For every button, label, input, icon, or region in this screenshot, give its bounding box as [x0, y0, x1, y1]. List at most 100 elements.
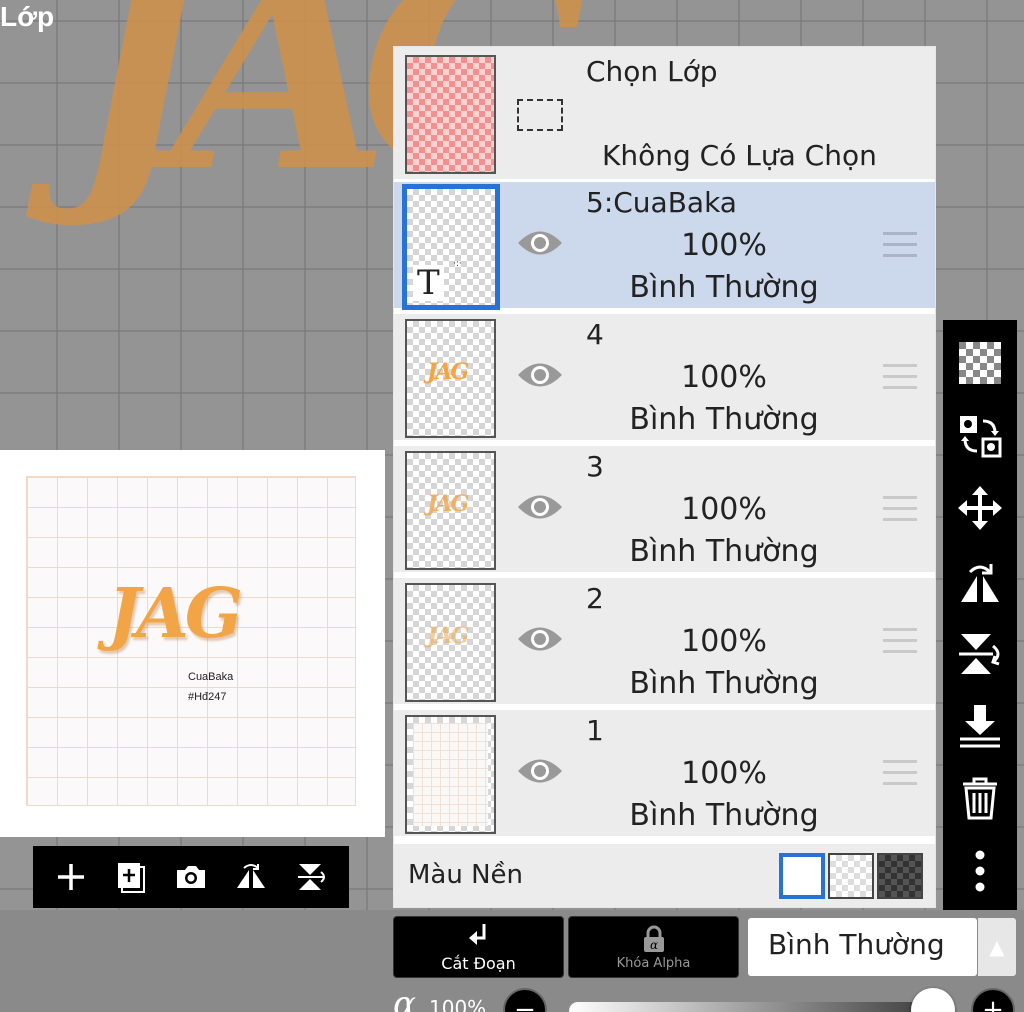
layer-name: 2 [586, 582, 604, 615]
layer-thumbnail: JAG [405, 583, 496, 702]
selection-title: Chọn Lớp [586, 55, 718, 88]
layer-thumbnail-logo: JAG [427, 623, 469, 649]
layer-blend-mode: Bình Thường [629, 402, 819, 437]
layer-opacity: 100% [681, 756, 767, 791]
flip-vertical-icon [959, 634, 1000, 675]
drag-handle-icon[interactable] [883, 760, 917, 788]
background-dark-checker-swatch[interactable] [877, 853, 923, 899]
svg-text:α: α [649, 938, 657, 952]
layer-opacity: 100% [681, 624, 767, 659]
more-vertical-icon [975, 850, 985, 892]
opacity-increase-button[interactable]: + [971, 988, 1015, 1012]
text-layer-icon: T [413, 265, 444, 301]
background-color-row: Màu Nền [394, 841, 935, 907]
flip-vertical-icon [298, 864, 325, 890]
preview-logo: JAG [108, 574, 243, 654]
lock-icon: α [643, 925, 664, 952]
layer-name: 4 [586, 318, 604, 351]
eye-icon[interactable] [516, 490, 564, 524]
eye-icon[interactable] [516, 358, 564, 392]
layer-thumbnail: JAG [405, 451, 496, 570]
more-options-button[interactable] [950, 838, 1010, 905]
triangle-up-icon: ▲ [989, 935, 1005, 959]
alpha-lock-button[interactable]: α Khóa Alpha [568, 916, 739, 978]
layer-blend-mode: Bình Thường [629, 534, 819, 569]
checkerboard-icon [959, 342, 1001, 385]
layer-tools-toolbar [943, 320, 1017, 910]
layer-row-3[interactable]: JAG 3 100% Bình Thường [394, 443, 935, 572]
layer-opacity: 100% [681, 360, 767, 395]
camera-import-button[interactable] [167, 853, 215, 901]
drag-handle-icon[interactable] [883, 364, 917, 392]
layer-row-4[interactable]: JAG 4 100% Bình Thường [394, 311, 935, 440]
swap-layer-button[interactable] [950, 403, 1010, 470]
flip-horizontal-button[interactable] [227, 853, 275, 901]
blend-mode-dropdown-button[interactable]: ▲ [978, 918, 1016, 976]
merge-down-button[interactable] [950, 693, 1010, 760]
layer-thumbnail: ·:· T [402, 184, 500, 310]
blend-mode-select[interactable]: Bình Thường [748, 918, 977, 976]
clipping-label: Cắt Đoạn [441, 953, 516, 973]
layer-opacity: 100% [681, 228, 767, 263]
layer-blend-mode: Bình Thường [629, 666, 819, 701]
flip-horizontal-icon [961, 563, 999, 602]
clip-arrow-icon [468, 923, 485, 945]
layer-blend-mode: Bình Thường [629, 798, 819, 833]
add-layer-button[interactable] [47, 853, 95, 901]
alpha-lock-label: Khóa Alpha [616, 955, 691, 971]
screen-title: Lớp [0, 1, 55, 32]
selection-layer-row[interactable]: Chọn Lớp Không Có Lựa Chọn [394, 47, 935, 179]
swap-icon [960, 415, 1002, 458]
opacity-slider[interactable] [569, 1002, 951, 1012]
opacity-decrease-button[interactable]: − [503, 988, 547, 1012]
eye-icon[interactable] [516, 226, 564, 260]
eye-icon[interactable] [516, 754, 564, 788]
clipping-button[interactable]: Cắt Đoạn [393, 916, 564, 978]
plus-icon: + [982, 995, 1004, 1012]
layer-thumbnail-grid [413, 723, 488, 826]
layer-name: 3 [586, 450, 604, 483]
transparency-button[interactable] [950, 330, 1010, 397]
flip-vertical-tool-button[interactable] [950, 620, 1010, 687]
opacity-value: 100% [429, 996, 487, 1012]
eye-icon[interactable] [516, 622, 564, 656]
merge-down-icon [960, 704, 1000, 748]
preview-name-text: CuaBaka [188, 671, 234, 683]
layer-blend-mode: Bình Thường [629, 270, 819, 305]
selection-thumbnail [405, 55, 496, 174]
layer-thumbnail: JAG [405, 319, 496, 438]
flip-vertical-button[interactable] [287, 853, 335, 901]
background-color-label: Màu Nền [408, 860, 524, 890]
background-transparent-swatch[interactable] [828, 853, 874, 899]
delete-layer-button[interactable] [950, 765, 1010, 832]
layer-name: 1 [586, 714, 604, 747]
duplicate-icon [118, 863, 145, 893]
flip-horizontal-icon [237, 864, 265, 888]
move-button[interactable] [950, 475, 1010, 542]
layer-panel: Chọn Lớp Không Có Lựa Chọn ·:· T 5:CuaBa… [393, 46, 936, 908]
drag-handle-icon[interactable] [883, 628, 917, 656]
flip-horizontal-tool-button[interactable] [950, 548, 1010, 615]
layer-row-1[interactable]: 1 100% Bình Thường [394, 707, 935, 836]
plus-icon [58, 864, 84, 890]
layer-opacity: 100% [681, 492, 767, 527]
layer-name: 5:CuaBaka [586, 186, 737, 219]
layer-thumbnail-logo: JAG [427, 359, 469, 385]
opacity-slider-handle[interactable] [911, 988, 955, 1012]
layer-thumbnail [405, 715, 496, 834]
layer-row-2[interactable]: JAG 2 100% Bình Thường [394, 575, 935, 704]
drag-handle-icon[interactable] [883, 496, 917, 524]
layer-actions-toolbar [33, 846, 349, 908]
layer-thumbnail-text: ·:· [453, 259, 462, 269]
camera-icon [177, 866, 205, 888]
layer-row-5[interactable]: ·:· T 5:CuaBaka 100% Bình Thường [394, 179, 935, 310]
preview-tag-text: #Hđ247 [188, 691, 227, 703]
background-white-swatch[interactable] [779, 853, 825, 899]
duplicate-layer-button[interactable] [107, 853, 155, 901]
selection-status: Không Có Lựa Chọn [602, 139, 877, 172]
alpha-icon: α [393, 984, 416, 1012]
drag-handle-icon[interactable] [883, 232, 917, 260]
trash-icon [963, 777, 997, 820]
layer-thumbnail-logo: JAG [427, 491, 469, 517]
minus-icon: − [514, 995, 536, 1012]
